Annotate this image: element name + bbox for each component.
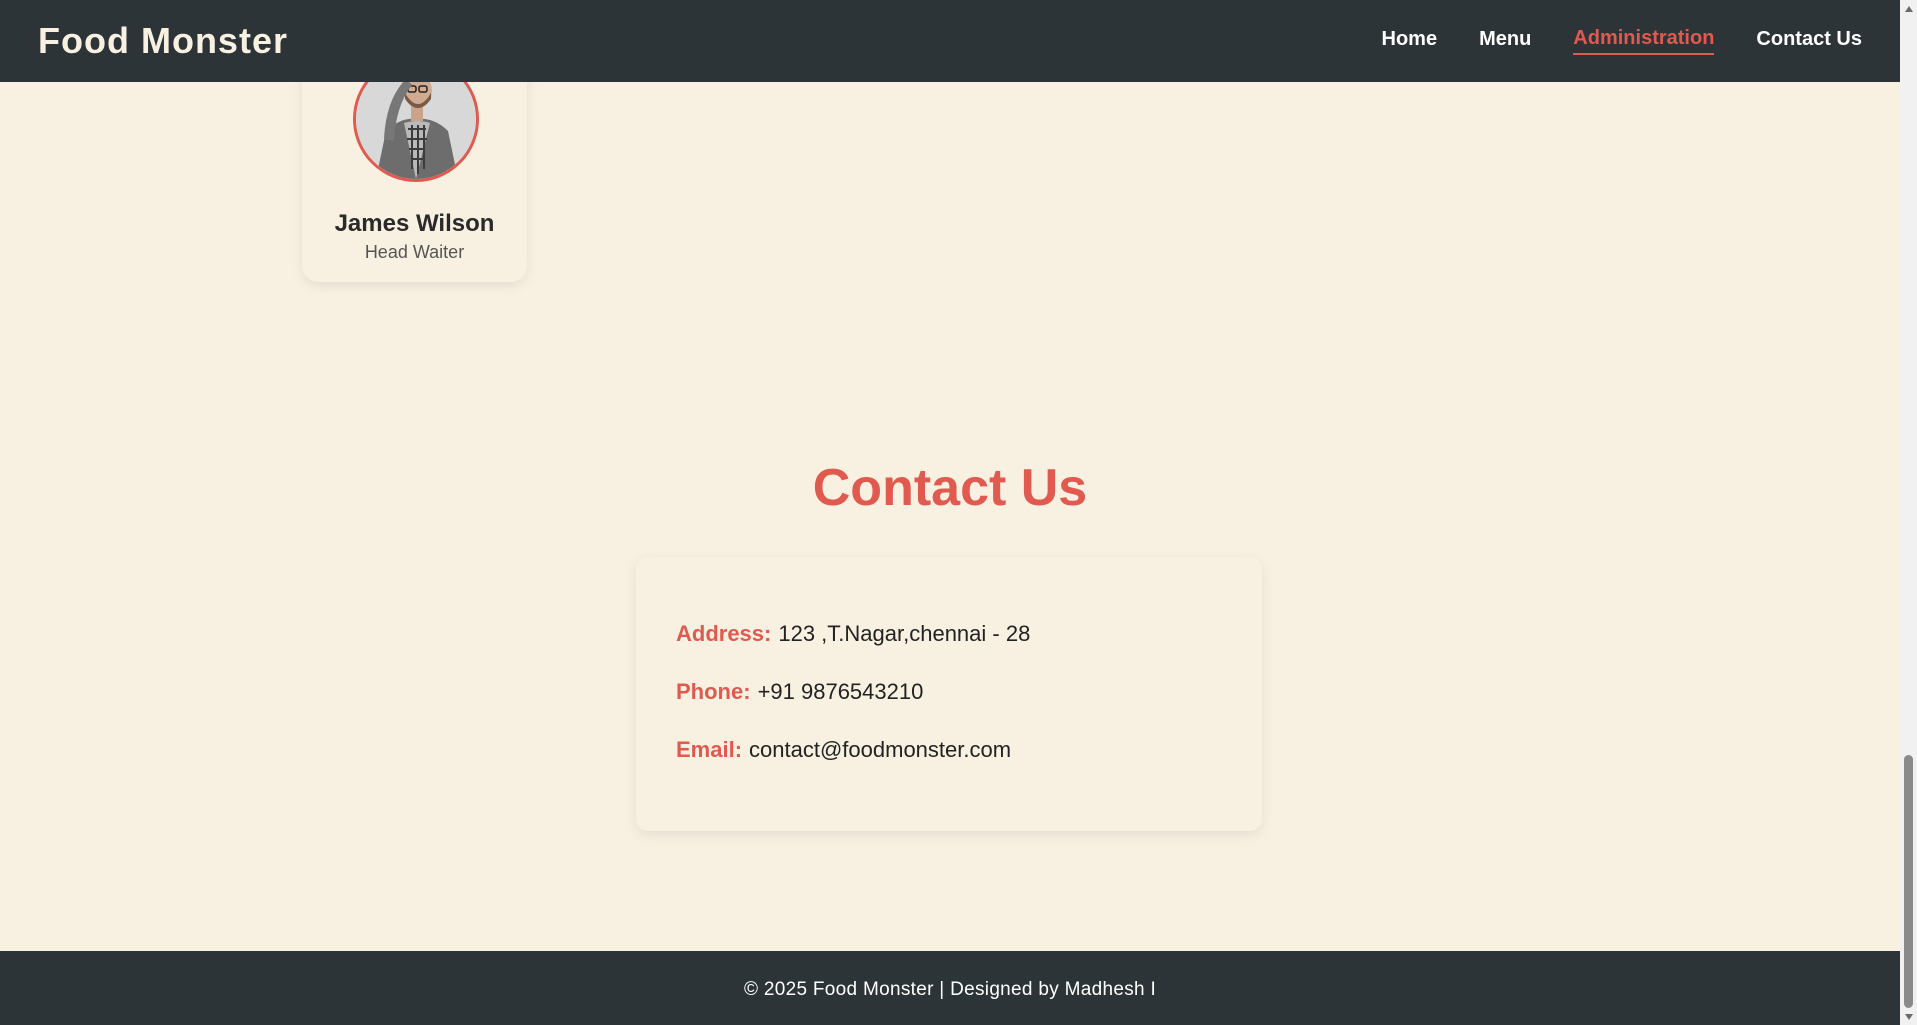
- nav-contact-us[interactable]: Contact Us: [1756, 28, 1862, 54]
- team-member-name: James Wilson: [334, 210, 495, 237]
- nav-administration[interactable]: Administration: [1573, 27, 1715, 55]
- scroll-up-arrow-icon[interactable]: [1900, 0, 1917, 17]
- contact-address-row: Address: 123 ,T.Nagar,chennai - 28: [676, 621, 1222, 646]
- phone-label: Phone:: [676, 679, 751, 704]
- contact-email-row: Email: contact@foodmonster.com: [676, 737, 1222, 762]
- site-footer: © 2025 Food Monster | Designed by Madhes…: [0, 951, 1900, 1025]
- nav-home[interactable]: Home: [1382, 28, 1438, 54]
- scrollbar-thumb[interactable]: [1904, 755, 1913, 1008]
- email-label: Email:: [676, 737, 743, 762]
- page: James Wilson Head Waiter Food Monster Ho…: [0, 0, 1900, 1025]
- address-label: Address:: [676, 621, 772, 646]
- email-value: contact@foodmonster.com: [749, 737, 1012, 762]
- vertical-scrollbar[interactable]: [1900, 0, 1917, 1025]
- contact-phone-row: Phone: +91 9876543210: [676, 679, 1222, 704]
- nav-menu[interactable]: Menu: [1479, 28, 1531, 54]
- contact-section-title: Contact Us: [812, 459, 1088, 517]
- contact-info-card: Address: 123 ,T.Nagar,chennai - 28 Phone:…: [636, 557, 1262, 831]
- address-value: 123 ,T.Nagar,chennai - 28: [778, 621, 1031, 646]
- main-nav: Home Menu Administration Contact Us: [1340, 27, 1862, 55]
- phone-value: +91 9876543210: [757, 679, 924, 704]
- scroll-down-arrow-icon[interactable]: [1900, 1008, 1917, 1025]
- brand-logo[interactable]: Food Monster: [38, 20, 288, 62]
- site-header: Food Monster Home Menu Administration Co…: [0, 0, 1900, 82]
- team-member-role: Head Waiter: [364, 242, 465, 262]
